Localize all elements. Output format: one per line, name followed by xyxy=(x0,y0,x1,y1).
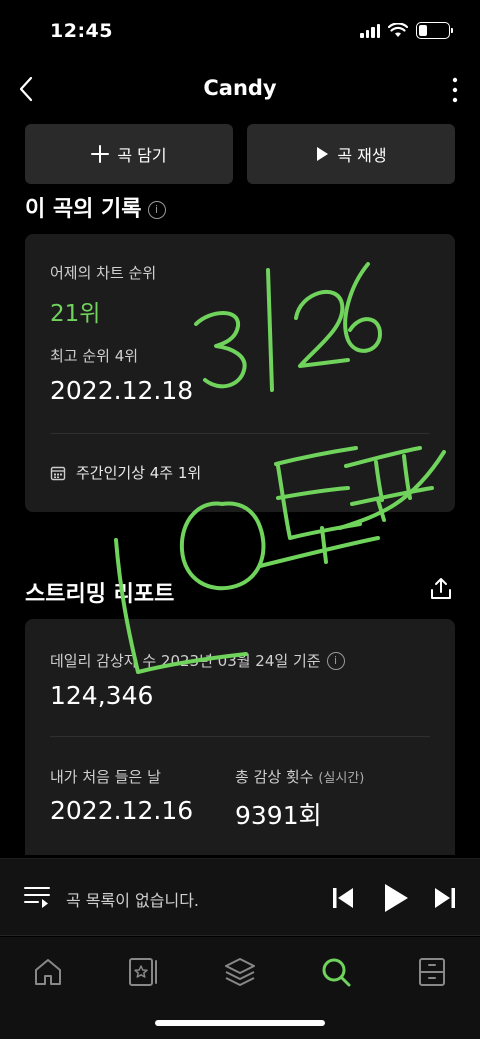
calendar-icon xyxy=(50,466,66,480)
nav-bar: Candy xyxy=(0,62,480,116)
battery-icon xyxy=(416,22,453,39)
weekly-award-row[interactable]: 주간인기상 4주 1위 xyxy=(50,462,201,483)
divider xyxy=(50,433,430,434)
info-icon[interactable]: i xyxy=(326,651,345,670)
yesterday-rank-label: 어제의 차트 순위 xyxy=(50,264,157,282)
best-rank-label: 최고 순위 4위 xyxy=(50,347,139,365)
first-listen-label: 내가 처음 들은 날 xyxy=(50,768,161,786)
queue-status-text: 곡 목록이 없습니다. xyxy=(66,891,200,910)
tab-library[interactable] xyxy=(119,947,169,997)
queue-icon[interactable] xyxy=(24,885,50,909)
total-plays-value: 9391회 xyxy=(235,801,322,830)
tab-home[interactable] xyxy=(23,947,73,997)
wifi-icon xyxy=(388,23,408,37)
home-icon xyxy=(35,959,61,985)
yesterday-rank-value: 21위 xyxy=(50,301,101,327)
total-plays-suffix: (실시간) xyxy=(318,771,365,786)
home-indicator xyxy=(155,1020,325,1026)
play-song-label: 곡 재생 xyxy=(337,146,387,165)
tab-storage[interactable] xyxy=(407,947,457,997)
tab-search[interactable] xyxy=(311,947,361,997)
streaming-section-title: 스트리밍 리포트 xyxy=(25,582,175,607)
info-icon[interactable]: i xyxy=(147,201,166,219)
mini-player: 곡 목록이 없습니다. xyxy=(0,858,480,936)
streaming-card: 데일리 감상자 수 2023년 03월 24일 기준 i 124,346 내가 … xyxy=(25,619,455,855)
plus-icon xyxy=(91,145,110,163)
status-bar: 12:45 xyxy=(0,0,480,62)
play-icon[interactable] xyxy=(383,883,409,913)
record-card: 어제의 차트 순위 21위 최고 순위 4위 2022.12.18 주간인기상 … xyxy=(25,234,455,512)
share-icon[interactable] xyxy=(428,576,454,602)
add-song-label: 곡 담기 xyxy=(117,146,167,165)
divider xyxy=(50,736,430,737)
more-icon[interactable] xyxy=(450,76,460,104)
play-icon xyxy=(317,147,329,161)
status-time: 12:45 xyxy=(50,20,113,42)
record-title-text: 이 곡의 기록 xyxy=(25,197,142,222)
total-plays-label-row: 총 감상 횟수 (실시간) xyxy=(235,766,364,787)
daily-listeners-header: 데일리 감상자 수 2023년 03월 24일 기준 i xyxy=(50,650,345,671)
weekly-award-label: 주간인기상 4주 1위 xyxy=(76,464,202,482)
search-icon xyxy=(322,958,351,987)
daily-listeners-label: 데일리 감상자 수 2023년 03월 24일 기준 xyxy=(50,652,321,670)
daily-listeners-value: 124,346 xyxy=(50,681,154,710)
first-listen-date: 2022.12.16 xyxy=(50,796,194,825)
layers-icon xyxy=(225,958,255,986)
record-section-title: 이 곡의 기록 i xyxy=(25,191,166,223)
next-icon[interactable] xyxy=(434,887,456,909)
page-title: Candy xyxy=(203,76,277,100)
status-icons xyxy=(360,22,453,39)
total-plays-label: 총 감상 횟수 xyxy=(235,768,314,786)
previous-icon[interactable] xyxy=(332,887,354,909)
storage-icon xyxy=(419,958,445,986)
add-song-button[interactable]: 곡 담기 xyxy=(25,124,233,184)
play-song-button[interactable]: 곡 재생 xyxy=(247,124,455,184)
library-icon xyxy=(129,958,157,986)
best-rank-date: 2022.12.18 xyxy=(50,376,194,405)
action-row: 곡 담기 곡 재생 xyxy=(25,124,455,184)
tab-feed[interactable] xyxy=(215,947,265,997)
cellular-signal-icon xyxy=(360,23,380,38)
